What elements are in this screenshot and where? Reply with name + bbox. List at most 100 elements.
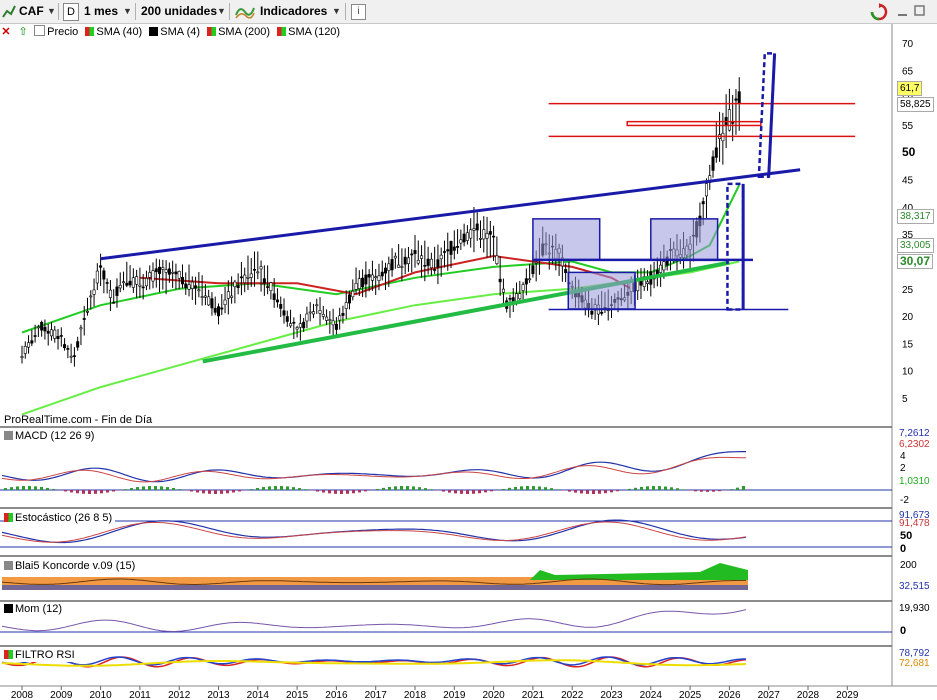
macd-histogram-bar [304, 489, 307, 490]
mom-tick: 0 [900, 625, 907, 637]
macd-histogram-bar [40, 487, 43, 490]
price-candle [400, 266, 404, 268]
price-candle [456, 245, 460, 248]
sma-tag: 38,317 [897, 209, 934, 225]
stoch-value-2: 91,478 [899, 518, 930, 529]
macd-histogram-bar [106, 490, 109, 493]
price-candle [347, 294, 351, 304]
macd-histogram-bar [46, 487, 49, 490]
x-tick-label: 2029 [836, 690, 859, 700]
price-candle [403, 256, 407, 265]
macd-histogram-bar [544, 487, 547, 490]
x-tick-label: 2021 [522, 690, 545, 700]
macd-histogram-bar [274, 486, 277, 490]
macd-histogram-bar [172, 487, 175, 490]
price-candle [311, 311, 315, 315]
macd-histogram-bar [742, 485, 745, 490]
price-candle [351, 290, 355, 298]
watermark: ProRealTime.com - Fin de Día [4, 414, 153, 426]
price-candle [89, 295, 93, 298]
macd-histogram-bar [364, 490, 367, 492]
price-candle [413, 250, 417, 254]
macd-histogram-bar [502, 488, 505, 490]
macd-histogram-bar [382, 487, 385, 490]
macd-histogram-bar [316, 490, 319, 492]
macd-histogram-bar [730, 489, 733, 490]
macd-histogram-bar [22, 486, 25, 490]
price-candle [269, 282, 273, 291]
x-tick-label: 2023 [600, 690, 623, 700]
price-candle [590, 310, 594, 315]
price-candle [393, 255, 397, 259]
price-candle [711, 156, 715, 171]
price-candle [141, 286, 145, 289]
macd-histogram-bar [328, 490, 331, 494]
price-candle [508, 298, 512, 300]
macd-histogram-bar [16, 486, 19, 490]
macd-histogram-bar [712, 490, 715, 492]
x-tick-label: 2028 [797, 690, 820, 700]
price-candle [295, 327, 299, 330]
macd-histogram-bar [688, 490, 691, 491]
price-candle [534, 261, 538, 264]
macd-histogram-bar [694, 490, 697, 492]
price-candle [171, 271, 175, 274]
price-candle [210, 298, 214, 309]
price-candle [259, 266, 263, 270]
macd-histogram-bar [574, 490, 577, 493]
price-candle [701, 201, 705, 205]
macd-histogram-bar [472, 490, 475, 494]
macd-histogram-bar [28, 486, 31, 490]
macd-histogram-bar [124, 489, 127, 490]
mom-value: 19,930 [899, 603, 930, 614]
price-candle [377, 275, 381, 281]
price-candle [704, 183, 708, 197]
macd-histogram-bar [232, 490, 235, 493]
price-candle [43, 326, 47, 332]
y-tick-label: 70 [902, 39, 914, 50]
macd-histogram-bar [532, 486, 535, 490]
rsi-value-2: 72,681 [899, 658, 930, 669]
macd-histogram-bar [550, 488, 553, 490]
price-candle [253, 268, 257, 271]
x-tick-label: 2015 [286, 690, 309, 700]
consolidation-box [532, 218, 601, 261]
macd-histogram-bar [130, 488, 133, 490]
macd-tick: 2 [900, 463, 906, 474]
price-candle [236, 285, 240, 288]
macd-histogram-bar [418, 487, 421, 490]
macd-histogram-bar [664, 486, 667, 490]
macd-histogram-bar [592, 490, 595, 494]
y-tick-label: 15 [902, 339, 914, 350]
macd-histogram-bar [322, 490, 325, 493]
macd-histogram-bar [508, 487, 511, 490]
macd-histogram-bar [220, 490, 223, 494]
consolidation-box [567, 271, 636, 310]
macd-histogram-bar [136, 487, 139, 490]
macd-value-3: 1,0310 [899, 476, 930, 487]
price-candle [239, 276, 243, 279]
price-candle [331, 320, 335, 326]
x-tick-label: 2019 [443, 690, 466, 700]
price-candle [79, 327, 83, 330]
price-candle [20, 356, 24, 358]
macd-histogram-bar [100, 490, 103, 494]
price-candle [289, 323, 293, 327]
macd-histogram-bar [298, 488, 301, 490]
macd-histogram-bar [634, 487, 637, 490]
macd-histogram-bar [88, 490, 91, 494]
x-tick-label: 2024 [640, 690, 663, 700]
resistance-tag: 58,825 [897, 97, 934, 113]
macd-histogram-bar [454, 490, 457, 494]
price-candle [256, 271, 260, 274]
price-candle [452, 246, 456, 251]
price-candle [59, 335, 63, 337]
price-chart[interactable]: 510152025303540455055606570 200820092010… [0, 0, 937, 700]
price-candle [174, 271, 178, 275]
macd-histogram-bar [646, 486, 649, 490]
macd-histogram-bar [70, 490, 73, 493]
macd-histogram-bar [208, 490, 211, 494]
macd-histogram-bar [598, 490, 601, 494]
price-candle [151, 270, 155, 282]
price-candle [354, 283, 358, 290]
